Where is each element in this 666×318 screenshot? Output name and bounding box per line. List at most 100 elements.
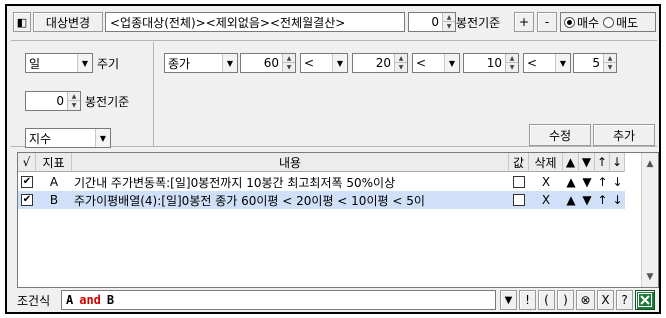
row-value-checkbox[interactable] xyxy=(509,191,529,209)
row-value-checkbox[interactable] xyxy=(509,173,529,191)
row-indicator: A xyxy=(49,175,59,189)
move-bottom-header-icon: ↓ xyxy=(610,153,625,172)
spin-up-icon[interactable]: ▲ xyxy=(282,54,295,63)
add-button[interactable]: 추가 xyxy=(593,124,655,146)
target-field[interactable]: <업종대상(전체)><제외없음><전체월결산> xyxy=(105,12,405,32)
ma4-value: 5 xyxy=(592,56,600,70)
ma2-stepper[interactable]: 20 ▲ ▼ xyxy=(352,53,408,73)
formula-close-paren-button[interactable]: ) xyxy=(557,290,574,310)
move-top-icon[interactable]: ↑ xyxy=(595,173,610,191)
formula-input[interactable]: A and B xyxy=(61,290,496,310)
col-content-header: 내용 xyxy=(72,153,509,172)
checkmark-icon: ✔ xyxy=(21,176,33,188)
spin-down-icon[interactable]: ▼ xyxy=(282,63,295,72)
formula-clear-button[interactable]: X xyxy=(597,290,614,310)
modify-button[interactable]: 수정 xyxy=(529,124,591,146)
move-down-header-icon: ▼ xyxy=(579,153,595,172)
spin-down-icon[interactable]: ▼ xyxy=(505,63,518,72)
move-down-icon[interactable]: ▼ xyxy=(579,173,595,191)
chevron-down-icon: ▼ xyxy=(444,54,459,72)
bar-basis-label: 봉전기준 xyxy=(85,94,130,109)
spin-down-icon[interactable]: ▼ xyxy=(442,22,455,31)
target-text: <업종대상(전체)><제외없음><전체월결산> xyxy=(110,15,346,30)
move-top-icon[interactable]: ↑ xyxy=(595,191,610,209)
ma1-stepper[interactable]: 60 ▲ ▼ xyxy=(240,53,296,73)
period-label: 주기 xyxy=(97,56,120,71)
change-target-label: 대상변경 xyxy=(45,15,91,30)
col-check-header: √ xyxy=(18,153,36,172)
ma3-value: 10 xyxy=(486,56,502,70)
row-content: 기간내 주가변동폭:[일]0봉전까지 10봉간 최고최저폭 50%이상 xyxy=(74,175,396,190)
formula-operator: and xyxy=(79,293,101,307)
scroll-down-icon[interactable]: ▼ xyxy=(642,268,658,285)
op1-value: < xyxy=(304,56,315,70)
panel-toggle-icon[interactable]: ◧ xyxy=(13,12,31,32)
sell-radio[interactable]: 매도 xyxy=(603,14,638,31)
move-bottom-icon[interactable]: ↓ xyxy=(610,173,625,191)
top-bar-offset-stepper[interactable]: 0 ▲ ▼ xyxy=(408,12,456,32)
spin-up-icon[interactable]: ▲ xyxy=(394,54,407,63)
spin-up-icon[interactable]: ▲ xyxy=(442,13,455,22)
panel-divider xyxy=(153,42,154,146)
price-type-select[interactable]: 종가 ▼ xyxy=(164,53,238,73)
plus-label: + xyxy=(518,15,530,29)
table-row[interactable]: ✔ A 기간내 주가변동폭:[일]0봉전까지 10봉간 최고최저폭 50%이상 … xyxy=(18,173,625,191)
excel-export-icon[interactable] xyxy=(635,290,655,310)
formula-label: 조건식 xyxy=(17,293,51,308)
price-type-value: 종가 xyxy=(168,56,191,71)
chevron-down-icon: ▼ xyxy=(95,129,110,147)
table-row[interactable]: ✔ B 주가이평배열(4):[일]0봉전 종가 60이평 < 20이평 < 10… xyxy=(18,191,625,209)
modify-label: 수정 xyxy=(548,128,572,143)
buy-sell-group: 매수 매도 xyxy=(560,12,656,32)
spin-up-icon[interactable]: ▲ xyxy=(505,54,518,63)
ma1-value: 60 xyxy=(263,56,279,70)
scroll-up-icon[interactable]: ▲ xyxy=(642,155,658,172)
spin-down-icon[interactable]: ▼ xyxy=(603,63,616,72)
period-select[interactable]: 일 ▼ xyxy=(25,53,93,73)
spin-down-icon[interactable]: ▼ xyxy=(394,63,407,72)
formula-help-button[interactable]: ? xyxy=(616,290,633,310)
move-down-icon[interactable]: ▼ xyxy=(579,191,595,209)
spin-down-icon[interactable]: ▼ xyxy=(67,101,80,110)
plus-button[interactable]: + xyxy=(514,12,534,32)
row-delete-button[interactable]: X xyxy=(529,173,563,191)
radio-selected-icon xyxy=(564,16,575,28)
sell-label: 매도 xyxy=(616,15,639,30)
spin-up-icon[interactable]: ▲ xyxy=(67,92,80,101)
op1-select[interactable]: < ▼ xyxy=(300,53,348,73)
minus-label: - xyxy=(544,15,550,29)
op3-select[interactable]: < ▼ xyxy=(523,53,571,73)
formula-dropdown-button[interactable]: ▼ xyxy=(500,290,517,310)
op2-value: < xyxy=(416,56,427,70)
row-checkbox[interactable]: ✔ xyxy=(18,173,36,191)
formula-open-paren-button[interactable]: ( xyxy=(538,290,555,310)
move-up-icon[interactable]: ▲ xyxy=(563,173,579,191)
bar-offset-stepper[interactable]: 0 ▲ ▼ xyxy=(25,91,81,111)
buy-label: 매수 xyxy=(577,15,600,30)
ma3-stepper[interactable]: 10 ▲ ▼ xyxy=(463,53,519,73)
add-label: 추가 xyxy=(612,128,636,143)
spin-up-icon[interactable]: ▲ xyxy=(603,54,616,63)
vertical-scrollbar[interactable]: ▲ ▼ xyxy=(641,153,658,287)
buy-radio[interactable]: 매수 xyxy=(564,14,599,31)
move-top-header-icon: ↑ xyxy=(595,153,610,172)
row-checkbox[interactable]: ✔ xyxy=(18,191,36,209)
formula-term-a: A xyxy=(66,293,74,307)
indicator-value: 지수 xyxy=(29,131,52,146)
col-indicator-header: 지표 xyxy=(36,153,72,172)
move-up-icon[interactable]: ▲ xyxy=(563,191,579,209)
radio-empty-icon xyxy=(603,16,615,28)
formula-not-button[interactable]: ! xyxy=(519,290,536,310)
move-up-header-icon: ▲ xyxy=(563,153,579,172)
bar-offset-value: 0 xyxy=(56,94,64,108)
move-bottom-icon[interactable]: ↓ xyxy=(610,191,625,209)
ma4-stepper[interactable]: 5 ▲ ▼ xyxy=(573,53,617,73)
formula-clear-paren-button[interactable]: ⊗ xyxy=(576,290,595,310)
indicator-select[interactable]: 지수 ▼ xyxy=(25,128,111,148)
op2-select[interactable]: < ▼ xyxy=(412,53,460,73)
change-target-button[interactable]: 대상변경 xyxy=(33,12,103,32)
minus-button[interactable]: - xyxy=(537,12,557,32)
row-delete-button[interactable]: X xyxy=(529,191,563,209)
chevron-down-icon: ▼ xyxy=(332,54,347,72)
col-value-header: 값 xyxy=(509,153,529,172)
